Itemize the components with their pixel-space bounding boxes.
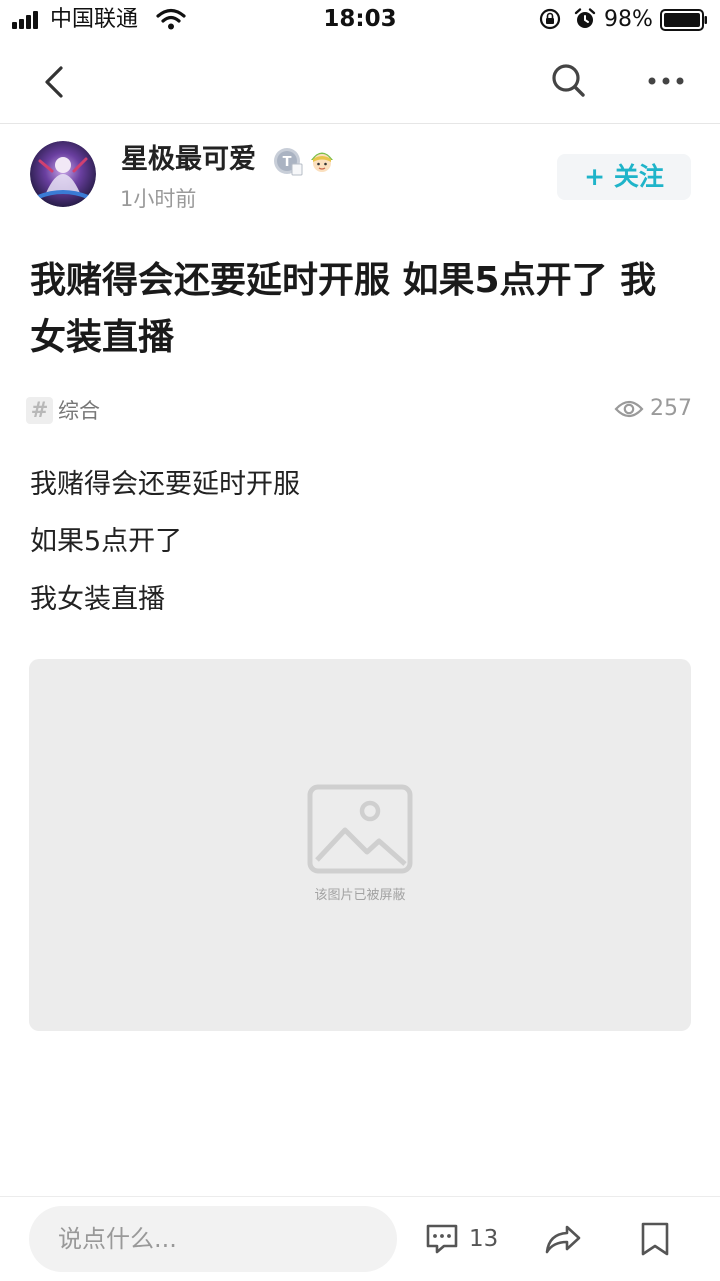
image-placeholder-icon xyxy=(307,784,413,874)
bookmark-icon[interactable] xyxy=(639,1221,671,1257)
search-icon[interactable] xyxy=(545,57,593,105)
character-badge-icon xyxy=(311,152,333,172)
follow-label: 关注 xyxy=(613,162,664,191)
comment-count[interactable]: 13 xyxy=(469,1223,498,1255)
hashtag-icon: # xyxy=(26,397,53,424)
eye-icon xyxy=(614,400,644,418)
alarm-icon xyxy=(574,8,596,28)
comment-input[interactable]: 说点什么... xyxy=(29,1206,397,1272)
body-line: 我赌得会还要延时开服 xyxy=(30,469,300,500)
more-icon[interactable] xyxy=(642,57,690,105)
battery-icon xyxy=(660,9,707,31)
post-title: 我赌得会还要延时开服 如果5点开了 我女装直播 xyxy=(30,260,657,358)
status-bar: 中国联通 18:03 98% xyxy=(0,0,720,40)
body-line: 如果5点开了 xyxy=(30,526,183,557)
follow-button[interactable]: + 关注 xyxy=(557,154,691,200)
rotation-lock-icon xyxy=(539,8,561,30)
nav-bar xyxy=(0,40,720,124)
view-count: 257 xyxy=(650,396,692,421)
image-blocked-caption: 该图片已被屏蔽 xyxy=(314,888,406,903)
comment-icon[interactable] xyxy=(424,1222,460,1256)
body-line: 我女装直播 xyxy=(30,584,165,615)
level-badge-icon: T xyxy=(274,148,303,176)
bottom-action-bar: 说点什么... 13 xyxy=(0,1196,720,1281)
share-icon[interactable] xyxy=(543,1221,583,1257)
back-icon[interactable] xyxy=(30,58,78,106)
author-name[interactable]: 星极最可爱 xyxy=(121,143,256,177)
svg-text:T: T xyxy=(283,155,292,170)
topic-tag[interactable]: 综合 xyxy=(58,396,100,426)
post-time: 1小时前 xyxy=(120,187,197,211)
avatar[interactable] xyxy=(30,141,96,207)
battery-percent: 98% xyxy=(604,7,653,32)
follow-plus-icon: + xyxy=(584,162,606,191)
